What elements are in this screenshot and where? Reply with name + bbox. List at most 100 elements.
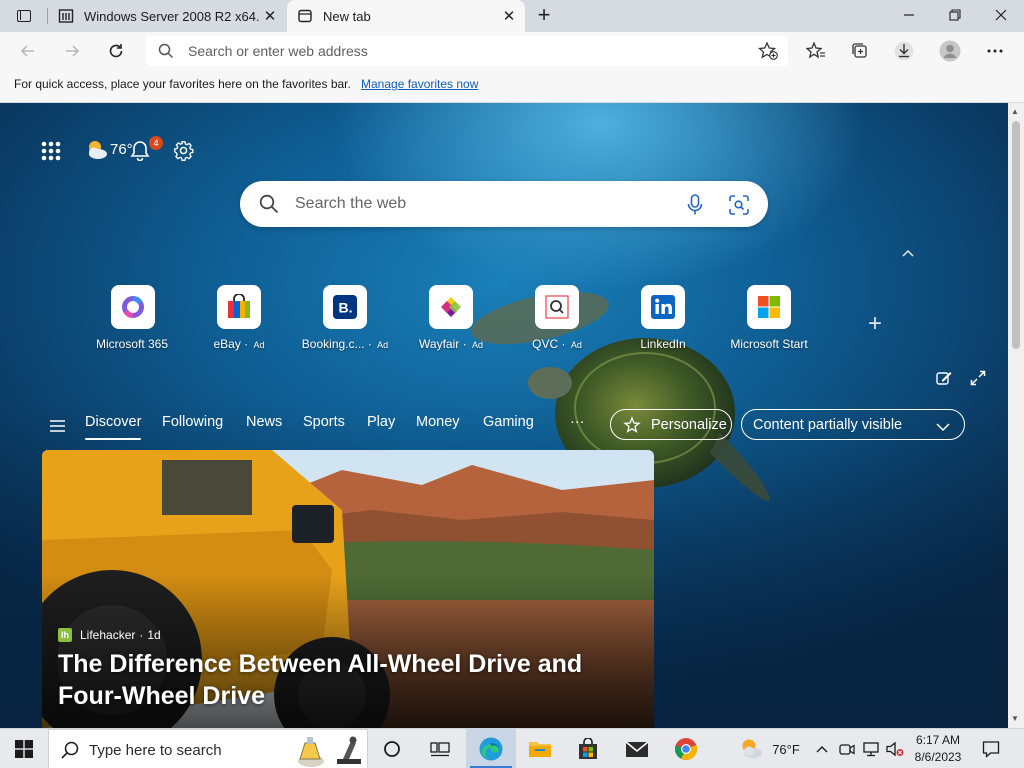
article-title[interactable]: The Difference Between All-Wheel Drive a… <box>58 648 638 712</box>
taskbar-search-box[interactable] <box>48 729 368 768</box>
tab-actions-icon[interactable] <box>8 4 40 28</box>
network-icon[interactable] <box>860 729 882 768</box>
visual-search-icon[interactable] <box>729 195 749 220</box>
taskbar-weather-temp[interactable]: 76°F <box>768 729 804 768</box>
close-tab-icon[interactable]: ✕ <box>260 6 280 26</box>
windows-start-icon[interactable] <box>0 729 48 768</box>
gear-icon[interactable] <box>173 140 194 161</box>
feed-tab-discover[interactable]: Discover <box>85 414 142 440</box>
add-site-button[interactable]: + <box>862 310 888 338</box>
ebay-icon <box>217 285 261 329</box>
scroll-down-icon[interactable]: ▼ <box>1011 714 1019 723</box>
quick-link-booking[interactable]: B. Booking.c... · Ad <box>292 285 398 351</box>
feed-tab-play[interactable]: Play <box>367 414 395 430</box>
task-view-icon[interactable] <box>416 729 464 768</box>
collections-icon[interactable] <box>846 37 874 65</box>
feed-tab-money[interactable]: Money <box>416 414 460 430</box>
hero-article-card[interactable]: lh Lifehacker · 1d The Difference Betwee… <box>42 450 654 728</box>
ad-label: Ad <box>253 340 265 350</box>
volume-muted-icon[interactable] <box>884 729 906 768</box>
weather-icon[interactable] <box>736 729 766 768</box>
quick-link-microsoft-start[interactable]: Microsoft Start <box>716 285 822 351</box>
edge-icon[interactable] <box>466 729 516 768</box>
forward-icon[interactable] <box>58 37 86 65</box>
favorites-icon[interactable] <box>802 37 830 65</box>
apps-grid-icon[interactable] <box>41 141 61 161</box>
notification-center-icon[interactable] <box>974 729 1008 768</box>
chevron-up-icon[interactable] <box>900 245 916 263</box>
taskbar-clock[interactable]: 6:17 AM 8/6/2023 <box>906 732 970 766</box>
taskbar-search-input[interactable] <box>89 740 289 760</box>
back-icon[interactable] <box>14 37 42 65</box>
tab-label: Windows Server 2008 R2 x64.iso <box>84 8 260 24</box>
web-search-input[interactable] <box>295 194 655 214</box>
notification-badge: 4 <box>149 136 163 150</box>
favorites-bar: For quick access, place your favorites h… <box>0 70 1024 103</box>
article-age: 1d <box>147 628 161 642</box>
personalize-button[interactable]: Personalize <box>610 409 732 440</box>
search-icon <box>158 43 174 64</box>
store-icon[interactable] <box>564 729 612 768</box>
address-input[interactable] <box>188 42 748 60</box>
mic-icon[interactable] <box>687 194 703 221</box>
quick-link-qvc[interactable]: QVC · Ad <box>504 285 610 351</box>
quick-link-label: LinkedIn <box>640 337 686 351</box>
quick-link-ebay[interactable]: eBay · Ad <box>186 285 292 351</box>
quick-link-linkedin[interactable]: LinkedIn <box>610 285 716 351</box>
quick-link-label: Wayfair <box>419 337 460 351</box>
content-visibility-dropdown[interactable]: Content partially visible <box>741 409 965 440</box>
title-bar: Windows Server 2008 R2 x64.iso ✕ New tab… <box>0 0 1024 32</box>
file-explorer-icon[interactable] <box>516 729 564 768</box>
downloads-icon[interactable] <box>890 37 918 65</box>
more-icon[interactable] <box>981 37 1009 65</box>
profile-icon[interactable] <box>936 37 964 65</box>
tab-iso[interactable]: Windows Server 2008 R2 x64.iso ✕ <box>48 0 286 32</box>
wayfair-icon <box>429 285 473 329</box>
feed-more-button[interactable]: ··· <box>570 414 585 430</box>
new-tab-button[interactable]: + <box>532 4 556 28</box>
scrollbar-thumb[interactable] <box>1012 121 1020 349</box>
refresh-icon[interactable] <box>102 37 130 65</box>
close-window-button[interactable] <box>978 0 1024 30</box>
new-tab-page: 76° 4 Microsoft 365 <box>0 103 1008 728</box>
tab-new-tab[interactable]: New tab ✕ <box>287 0 525 32</box>
restore-button[interactable] <box>932 0 978 30</box>
manage-favorites-link[interactable]: Manage favorites now <box>361 77 478 91</box>
page-scrollbar[interactable]: ▲ ▼ <box>1008 103 1024 728</box>
newtab-icon <box>297 8 313 24</box>
source-name: Lifehacker <box>80 628 136 642</box>
qvc-icon <box>535 285 579 329</box>
feed-navigation: Discover Following News Sports Play Mone… <box>0 400 1008 450</box>
microsoft-start-icon <box>747 285 791 329</box>
close-tab-icon[interactable]: ✕ <box>499 6 519 26</box>
expand-icon[interactable] <box>970 370 986 391</box>
chrome-icon[interactable] <box>662 729 710 768</box>
web-search-box[interactable] <box>240 181 768 227</box>
quick-link-label: QVC <box>532 337 559 351</box>
quick-link-microsoft365[interactable]: Microsoft 365 <box>80 285 186 351</box>
clock-date: 8/6/2023 <box>914 750 962 764</box>
ad-label: Ad <box>471 340 483 350</box>
clock-time: 6:17 AM <box>915 733 961 747</box>
chevron-down-icon <box>936 420 950 436</box>
cortana-icon[interactable] <box>368 729 416 768</box>
scroll-up-icon[interactable]: ▲ <box>1011 107 1019 116</box>
feed-tab-news[interactable]: News <box>246 414 282 430</box>
meet-now-icon[interactable] <box>836 729 858 768</box>
search-icon <box>61 741 79 764</box>
minimize-button[interactable] <box>886 0 932 30</box>
weather-icon[interactable] <box>84 138 110 162</box>
feed-tab-sports[interactable]: Sports <box>303 414 345 430</box>
mail-icon[interactable] <box>612 729 662 768</box>
quick-link-wayfair[interactable]: Wayfair · Ad <box>398 285 504 351</box>
chevron-up-icon[interactable] <box>812 729 832 768</box>
edit-icon[interactable] <box>936 370 952 391</box>
address-bar[interactable] <box>146 36 788 66</box>
bell-icon[interactable] <box>130 140 150 161</box>
quick-link-label: Microsoft Start <box>730 337 808 351</box>
hamburger-icon[interactable] <box>50 419 65 437</box>
feed-tab-gaming[interactable]: Gaming <box>483 414 534 430</box>
star-plus-icon[interactable] <box>757 41 778 65</box>
show-desktop-button[interactable] <box>1014 729 1024 768</box>
feed-tab-following[interactable]: Following <box>162 414 223 430</box>
